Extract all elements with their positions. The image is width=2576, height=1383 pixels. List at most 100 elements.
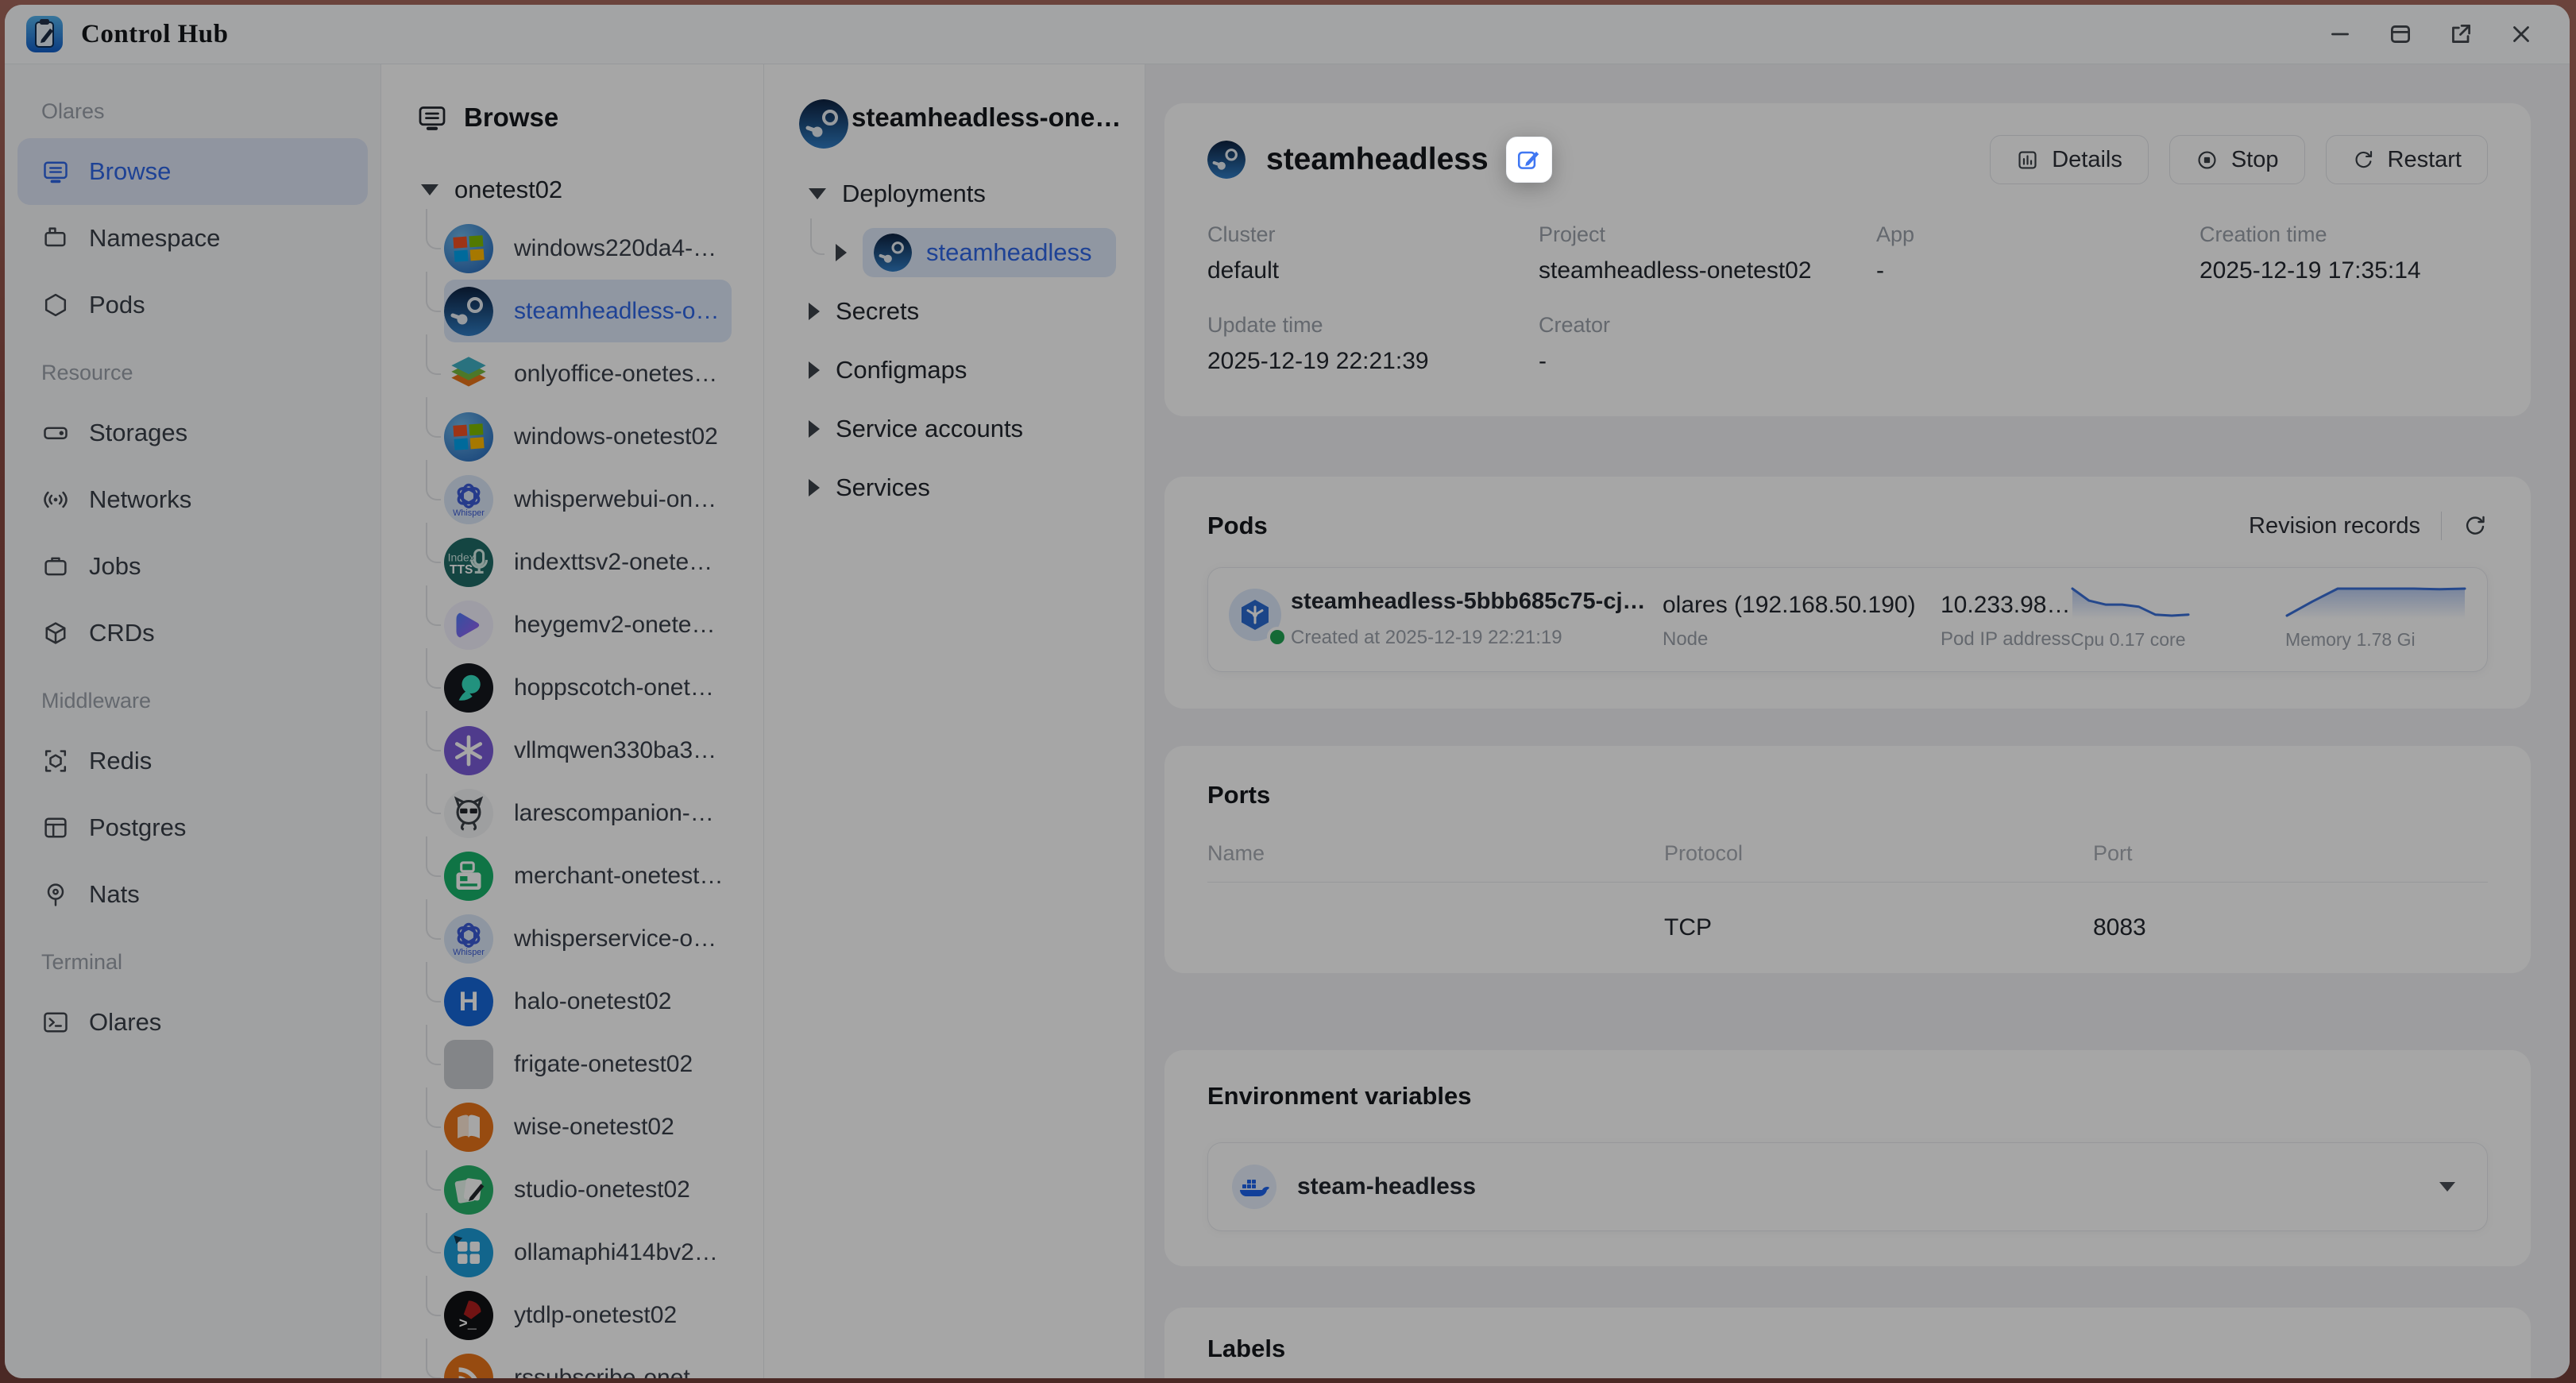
sidebar-item-networks[interactable]: Networks [17,466,368,533]
tree-item-steamheadless-onet[interactable]: steamheadless-onet… [444,280,732,342]
pods-card: Pods Revision records steamheadless-5bbb… [1164,477,2531,709]
caret-down-icon[interactable] [421,184,438,195]
app-value: - [1876,257,2199,284]
sidebar-item-nats[interactable]: Nats [17,861,368,928]
tree-node-secrets[interactable]: Secrets [764,282,1145,341]
creation-time-value: 2025-12-19 17:35:14 [2199,257,2488,284]
browse-panel: Browse onetest02 windows220da4-on…steamh… [381,64,764,1378]
sidebar-item-browse[interactable]: Browse [17,138,368,205]
details-button[interactable]: Details [1990,135,2149,184]
cpu-sparkline-chart [2071,584,2190,620]
sidebar-item-label: CRDs [89,619,155,647]
sidebar-item-label: Postgres [89,813,186,842]
tree-node-onetest02[interactable]: onetest02 [381,166,763,214]
tree-item-label: frigate-onetest02 [514,1051,693,1078]
tree-node-services[interactable]: Services [764,458,1145,517]
caret-right-icon[interactable] [836,244,847,261]
tree-item-indexttsv2-onetest02[interactable]: IndexTTSindexttsv2-onetest02 [444,531,732,593]
tree-item-rssubscribe-onetest[interactable]: rssubscribe-onetest… [444,1346,732,1378]
tree-item-vllmqwen330ba3bin[interactable]: vllmqwen330ba3bin… [444,719,732,782]
tree-item-whisperwebui-onete[interactable]: Whisper whisperwebui-onete… [444,468,732,531]
pod-status-running-dot [1267,627,1288,647]
pod-name: steamheadless-5bbb685c75-cj… [1291,589,1646,615]
selected-deployment-pill[interactable]: steamheadless [863,228,1116,277]
studio-app-icon [444,1165,493,1215]
sidebar-item-redis[interactable]: Redis [17,728,368,794]
minimize-icon[interactable] [2327,21,2354,48]
configmaps-label: Configmaps [836,356,967,384]
caret-right-icon[interactable] [809,420,820,438]
refresh-icon[interactable] [2462,513,2488,539]
tree-item-heygemv2-onetest02[interactable]: heygemv2-onetest02 [444,593,732,656]
chevron-down-icon[interactable] [2439,1182,2455,1192]
svg-text:TTS: TTS [450,562,473,576]
lares-app-icon [444,789,493,838]
caret-right-icon[interactable] [809,361,820,379]
tree-item-studio-onetest02[interactable]: studio-onetest02 [444,1158,732,1221]
close-icon[interactable] [2508,21,2535,48]
tree-item-frigate-onetest02[interactable]: frigate-onetest02 [444,1033,732,1095]
tree-item-whisperservice-onet[interactable]: Whisperwhisperservice-onet… [444,907,732,970]
tree-item-wise-onetest02[interactable]: wise-onetest02 [444,1095,732,1158]
heygem-app-icon [444,601,493,650]
sidebar-item-jobs[interactable]: Jobs [17,533,368,600]
whisper-app-icon: Whisper [444,475,493,524]
sidebar-item-olares[interactable]: Olares [17,989,368,1056]
update-time-value: 2025-12-19 22:21:39 [1207,348,1539,375]
blank-app-icon [444,1040,493,1089]
env-variable-row[interactable]: steam-headless [1207,1142,2488,1231]
cluster-label: Cluster [1207,222,1539,247]
caret-right-icon[interactable] [809,479,820,496]
open-in-new-icon[interactable] [2447,21,2474,48]
pod-ip-label: Pod IP address [1941,628,2071,651]
browse-icon [41,157,70,186]
merchant-app-icon [444,852,493,901]
edit-button[interactable] [1506,137,1552,183]
ports-card: Ports Name Protocol Port TCP8083 [1164,746,2531,973]
tree-item-label: hoppscotch-onetest… [514,674,724,701]
tree-node-service-accounts[interactable]: Service accounts [764,400,1145,458]
pod-row[interactable]: steamheadless-5bbb685c75-cj… Created at … [1207,567,2488,672]
sidebar-item-pods[interactable]: Pods [17,272,368,338]
tree-item-halo-onetest02[interactable]: Hhalo-onetest02 [444,970,732,1033]
maximize-icon[interactable] [2387,21,2414,48]
sidebar-item-postgres[interactable]: Postgres [17,794,368,861]
tree-item-label: halo-onetest02 [514,988,672,1015]
tree-item-windows220da4-on[interactable]: windows220da4-on… [444,217,732,280]
sidebar-item-namespace[interactable]: Namespace [17,205,368,272]
tree-node-steamheadless[interactable]: steamheadless [764,223,1145,282]
project-value: steamheadless-onetest02 [1539,257,1876,284]
env-item-name: steam-headless [1297,1173,1476,1200]
pods-icon [41,291,70,319]
tree-node-deployments[interactable]: Deployments [764,164,1145,223]
stop-button[interactable]: Stop [2169,135,2305,184]
nav-sidebar: OlaresBrowseNamespacePodsResourceStorage… [5,64,381,1378]
tree-item-label: whisperwebui-onete… [514,486,724,513]
tree-item-larescompanion-one[interactable]: larescompanion-one… [444,782,732,844]
ports-header-name: Name [1207,841,1664,866]
sidebar-item-label: Browse [89,157,171,186]
sidebar-item-storages[interactable]: Storages [17,400,368,466]
cluster-value: default [1207,257,1539,284]
sidebar-section-label-terminal: Terminal [17,928,368,989]
tree-item-label: ollamaphi414bv2-on… [514,1239,724,1266]
restart-button[interactable]: Restart [2326,135,2488,184]
tree-item-onlyoffice-onetest02[interactable]: onlyoffice-onetest02 [444,342,732,405]
sidebar-item-label: Namespace [89,224,220,253]
caret-down-icon[interactable] [809,188,826,199]
tree-node-configmaps[interactable]: Configmaps [764,341,1145,400]
resource-panel: steamheadless-onete… Deployments steamhe… [764,64,1145,1378]
tree-item-ytdlp-onetest02[interactable]: >_ytdlp-onetest02 [444,1284,732,1346]
stop-button-label: Stop [2231,147,2279,173]
sidebar-item-label: Redis [89,747,152,775]
sidebar-item-crds[interactable]: CRDs [17,600,368,666]
crds-icon [41,619,70,647]
tree-item-hoppscotch-onetest[interactable]: hoppscotch-onetest… [444,656,732,719]
sidebar-section-label-middleware: Middleware [17,666,368,728]
tree-item-ollamaphi414bv2-on[interactable]: ollamaphi414bv2-on… [444,1221,732,1284]
tree-item-merchant-onetest02[interactable]: merchant-onetest02 [444,844,732,907]
windows-app-icon [444,412,493,462]
revision-records-link[interactable]: Revision records [2249,513,2420,539]
tree-item-windows-onetest02[interactable]: windows-onetest02 [444,405,732,468]
caret-right-icon[interactable] [809,303,820,320]
